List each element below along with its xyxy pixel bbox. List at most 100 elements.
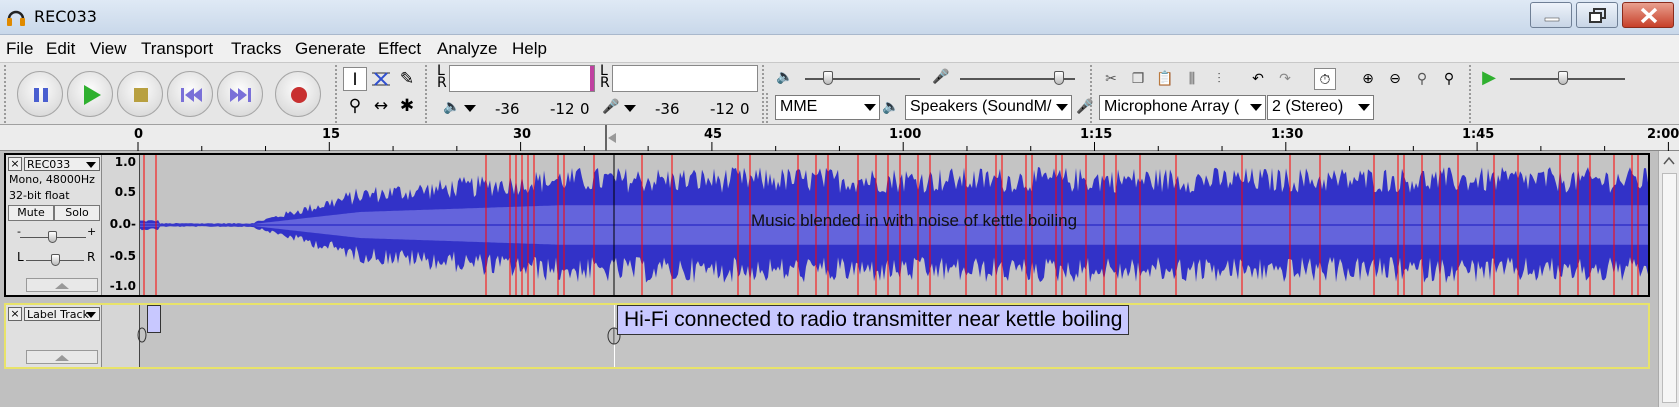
zoom-in-icon[interactable]: ⊕ xyxy=(1357,68,1379,90)
label-box-small[interactable] xyxy=(147,305,161,333)
track-name-menu[interactable]: REC033 xyxy=(24,157,100,171)
vertical-scrollbar[interactable] xyxy=(1658,151,1679,407)
skip-to-start-button[interactable] xyxy=(167,71,213,117)
pan-left-label: L xyxy=(17,250,24,264)
label-track[interactable]: × Label Track Hi-Fi connected to radio t… xyxy=(4,303,1650,369)
selection-tool[interactable]: I xyxy=(343,67,367,91)
menu-help[interactable]: Help xyxy=(512,39,547,59)
track-name-menu[interactable]: Label Track xyxy=(24,307,100,321)
meter-tick: 0 xyxy=(580,100,590,118)
meter-r-label: R xyxy=(437,75,447,91)
ruler-tick: 1:00 xyxy=(889,127,922,142)
minimize-button[interactable] xyxy=(1530,2,1572,28)
track-rate-info: Mono, 48000Hz xyxy=(9,173,95,186)
audio-host-select[interactable]: MME xyxy=(775,95,880,120)
toolbar-grip[interactable] xyxy=(335,65,343,123)
trim-icon[interactable]: ⫼ xyxy=(1181,68,1203,90)
ruler-tick: 15 xyxy=(322,127,341,142)
ruler-tick: 2:00 xyxy=(1647,127,1679,142)
envelope-icon xyxy=(372,72,390,86)
audio-track[interactable]: × REC033 Mono, 48000Hz 32-bit float Mute… xyxy=(4,153,1650,297)
recording-meter[interactable] xyxy=(612,65,758,92)
menu-generate[interactable]: Generate xyxy=(295,39,366,59)
zoom-tool[interactable]: ⚲ xyxy=(343,94,367,118)
output-volume-slider[interactable] xyxy=(823,71,833,85)
scroll-up-icon[interactable] xyxy=(1659,151,1679,171)
ruler-tick: 30 xyxy=(513,127,532,142)
toolbar-grip[interactable] xyxy=(4,65,12,123)
chevron-up-icon xyxy=(55,283,69,289)
play-button[interactable] xyxy=(67,71,113,117)
close-track-button[interactable]: × xyxy=(8,157,22,171)
silence-icon[interactable]: ⫶ xyxy=(1208,68,1230,90)
pan-slider[interactable] xyxy=(51,254,60,266)
time-shift-tool[interactable]: ↔ xyxy=(369,94,393,118)
skip-end-icon xyxy=(230,88,251,102)
microphone-device-icon: 🎤 xyxy=(1076,99,1094,115)
timeline-ruler[interactable]: 0 15 30 45 1:00 1:15 1:30 1:45 2:00 xyxy=(0,125,1679,151)
i-beam-icon: I xyxy=(352,70,358,90)
stop-icon xyxy=(134,88,148,102)
toolbar-grip[interactable] xyxy=(425,65,433,123)
gain-slider[interactable] xyxy=(48,231,57,243)
audio-host-value: MME xyxy=(780,98,818,115)
output-device-value: Speakers (SoundM/ xyxy=(910,98,1052,115)
playback-meter-dropdown[interactable] xyxy=(464,105,476,112)
zoom-out-icon[interactable]: ⊖ xyxy=(1384,68,1406,90)
toolbar-grip[interactable] xyxy=(766,93,774,123)
menu-tracks[interactable]: Tracks xyxy=(231,39,281,59)
input-volume-icon: 🎤 xyxy=(932,69,950,85)
multi-tool[interactable]: ✱ xyxy=(395,94,419,118)
record-button[interactable] xyxy=(275,71,321,117)
rec-meter-r-label: R xyxy=(600,75,610,91)
playback-meter[interactable] xyxy=(449,65,595,92)
label-handle-icon[interactable] xyxy=(136,327,148,343)
restore-button[interactable] xyxy=(1576,2,1618,28)
recording-meter-dropdown[interactable] xyxy=(624,105,636,112)
collapse-track-button[interactable] xyxy=(26,350,98,364)
paste-icon[interactable]: 📋 xyxy=(1154,68,1176,90)
playhead-icon[interactable] xyxy=(604,125,618,151)
menu-analyze[interactable]: Analyze xyxy=(437,39,497,59)
track-name: Label Track xyxy=(27,308,89,321)
close-track-button[interactable]: × xyxy=(8,307,22,321)
pause-button[interactable] xyxy=(17,71,63,117)
microphone-icon: 🎤 xyxy=(602,99,620,115)
vertical-ruler[interactable]: 1.0 0.5 0.0- -0.5 -1.0 xyxy=(102,155,140,295)
stop-button[interactable] xyxy=(117,71,163,117)
menu-edit[interactable]: Edit xyxy=(46,39,75,59)
play-icon xyxy=(84,85,101,105)
undo-icon[interactable]: ↶ xyxy=(1247,68,1269,90)
chevron-up-icon xyxy=(55,355,69,361)
fit-project-icon[interactable]: ⚲ xyxy=(1438,68,1460,90)
output-device-select[interactable]: Speakers (SoundM/ xyxy=(905,95,1072,120)
menu-transport[interactable]: Transport xyxy=(141,39,213,59)
chevron-down-icon xyxy=(86,312,96,318)
input-device-select[interactable]: Microphone Array ( xyxy=(1099,95,1266,120)
input-channels-select[interactable]: 2 (Stereo) xyxy=(1267,95,1374,120)
close-window-button[interactable] xyxy=(1622,2,1674,28)
play-at-speed-icon[interactable]: ▶ xyxy=(1478,67,1500,89)
fit-selection-icon[interactable]: ⚲ xyxy=(1411,68,1433,90)
scale-label: 1.0 xyxy=(114,155,136,169)
redo-icon[interactable]: ↷ xyxy=(1274,68,1296,90)
toolbar-grip[interactable] xyxy=(1469,65,1477,123)
label-text-box[interactable]: Hi-Fi connected to radio transmitter nea… xyxy=(617,305,1130,335)
mute-button[interactable]: Mute xyxy=(8,205,54,221)
solo-button[interactable]: Solo xyxy=(54,205,100,221)
collapse-track-button[interactable] xyxy=(26,278,98,292)
sync-lock-icon[interactable]: ⏱ xyxy=(1314,68,1336,90)
menu-effect[interactable]: Effect xyxy=(378,39,421,59)
menu-file[interactable]: File xyxy=(6,39,33,59)
cut-icon[interactable]: ✂ xyxy=(1100,68,1122,90)
envelope-tool[interactable] xyxy=(369,67,393,91)
play-speed-slider[interactable] xyxy=(1558,71,1568,85)
label-track-control-panel: × Label Track xyxy=(6,305,102,367)
skip-to-end-button[interactable] xyxy=(217,71,263,117)
menu-view[interactable]: View xyxy=(90,39,127,59)
skip-start-icon xyxy=(181,88,202,102)
draw-tool[interactable]: ✎ xyxy=(395,67,419,91)
scrollbar-thumb[interactable] xyxy=(1662,173,1677,403)
input-volume-slider[interactable] xyxy=(1054,71,1064,85)
copy-icon[interactable]: ❐ xyxy=(1127,68,1149,90)
